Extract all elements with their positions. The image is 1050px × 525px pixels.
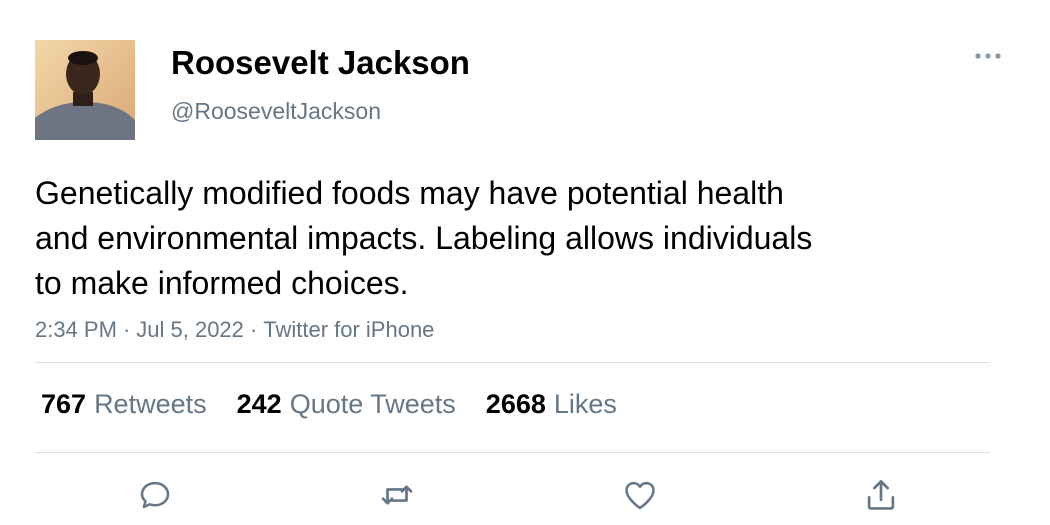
- like-button[interactable]: [619, 474, 661, 516]
- likes-stat[interactable]: 2668 Likes: [486, 388, 617, 420]
- retweet-button[interactable]: [376, 474, 418, 516]
- tweet-text-line: and environmental impacts. Labeling allo…: [35, 220, 813, 256]
- tweet-text-line: Genetically modified foods may have pote…: [35, 175, 784, 211]
- likes-count: 2668: [485, 389, 546, 419]
- tweet-meta: 2:34 PM · Jul 5, 2022 · Twitter for iPhone: [35, 316, 434, 344]
- meta-separator: ·: [249, 317, 258, 342]
- share-button[interactable]: [860, 474, 902, 516]
- retweets-stat[interactable]: 767 Retweets: [41, 388, 207, 420]
- avatar[interactable]: [35, 40, 135, 140]
- likes-label: Likes: [553, 389, 617, 419]
- quote-tweets-stat[interactable]: 242 Quote Tweets: [237, 388, 456, 420]
- meta-separator: ·: [122, 317, 131, 342]
- share-icon: [867, 480, 895, 510]
- tweet-date[interactable]: Jul 5, 2022: [136, 317, 244, 342]
- more-options-button[interactable]: [968, 42, 1008, 70]
- retweets-label: Retweets: [94, 389, 207, 419]
- divider: [35, 452, 990, 453]
- divider: [35, 362, 990, 363]
- tweet-stats: 767 Retweets 242 Quote Tweets 2668 Likes: [41, 388, 617, 420]
- quote-tweets-count: 242: [236, 389, 282, 419]
- tweet-text-line: to make informed choices.: [35, 265, 409, 301]
- tweet-time[interactable]: 2:34 PM: [35, 317, 117, 342]
- quote-tweets-label: Quote Tweets: [289, 389, 456, 419]
- avatar-photo: [35, 40, 135, 140]
- retweet-icon: [381, 485, 413, 505]
- retweets-count: 767: [41, 389, 87, 419]
- more-icon: [975, 53, 1001, 59]
- author-display-name[interactable]: Roosevelt Jackson: [171, 43, 470, 83]
- reply-button[interactable]: [134, 474, 176, 516]
- reply-icon: [140, 481, 170, 509]
- tweet-source[interactable]: Twitter for iPhone: [263, 317, 434, 342]
- like-icon: [625, 481, 655, 510]
- author-handle[interactable]: @RooseveltJackson: [171, 97, 381, 125]
- tweet-text: Genetically modified foods may have pote…: [35, 171, 935, 306]
